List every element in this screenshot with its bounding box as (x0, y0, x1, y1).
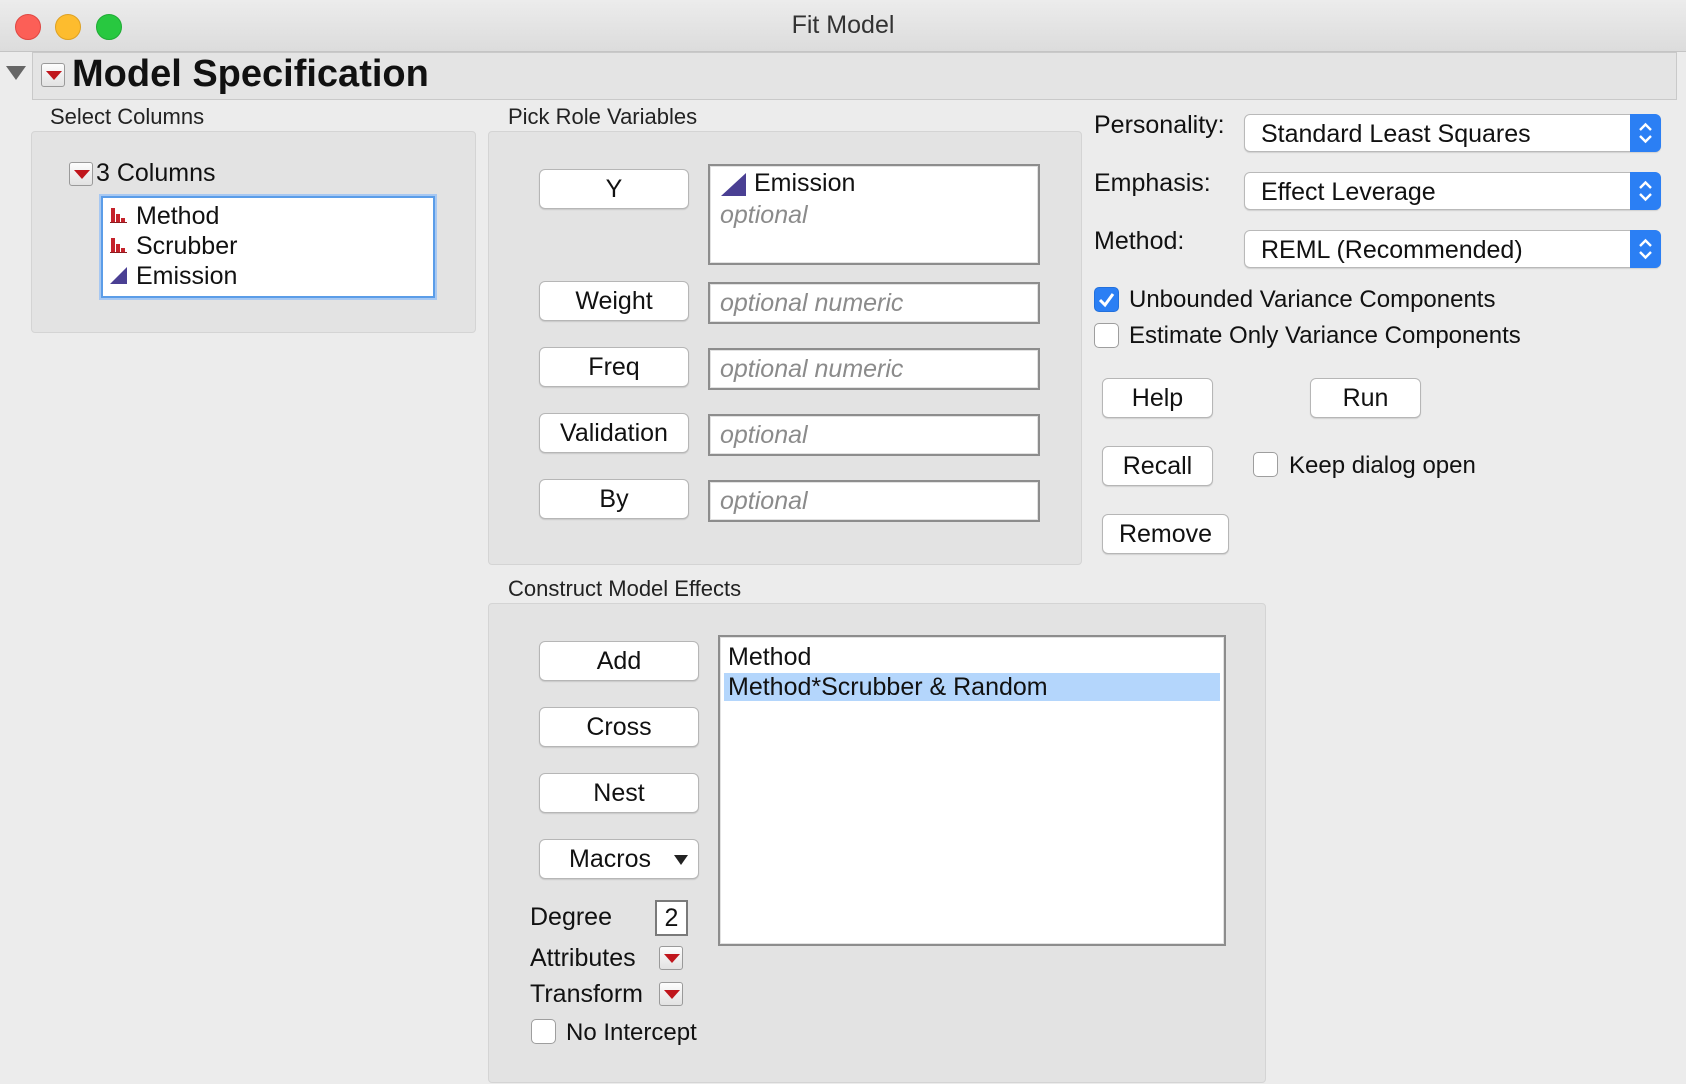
transform-red-triangle-icon[interactable] (659, 982, 683, 1006)
personality-label: Personality: (1094, 111, 1225, 139)
validation-role-placeholder: optional (720, 421, 808, 449)
checkmark-icon (1098, 293, 1115, 308)
y-role-value[interactable]: Emission (754, 169, 855, 198)
attributes-red-triangle-icon[interactable] (659, 946, 683, 970)
page-title: Model Specification (72, 53, 429, 95)
model-effects-list[interactable]: Method Method*Scrubber & Random (718, 635, 1226, 946)
recall-button[interactable]: Recall (1102, 446, 1213, 486)
nominal-bar-icon (110, 238, 127, 253)
construct-model-effects-label: Construct Model Effects (508, 576, 742, 601)
chevron-down-icon (674, 855, 688, 865)
emphasis-label: Emphasis: (1094, 169, 1211, 197)
y-role-placeholder: optional (720, 201, 808, 229)
remove-button[interactable]: Remove (1102, 514, 1229, 554)
validation-role-button[interactable]: Validation (539, 413, 689, 453)
emphasis-value: Effect Leverage (1261, 178, 1436, 206)
nominal-bar-icon (110, 208, 127, 223)
continuous-triangle-icon (110, 267, 127, 284)
weight-role-placeholder: optional numeric (720, 289, 904, 317)
effect-item-method[interactable]: Method (724, 643, 1220, 671)
nest-effect-button[interactable]: Nest (539, 773, 699, 813)
no-intercept-checkbox[interactable] (531, 1019, 556, 1044)
column-item-emission[interactable]: Emission (136, 262, 237, 291)
degree-field[interactable]: 2 (655, 900, 688, 936)
columns-menu-red-triangle-icon[interactable] (69, 162, 93, 186)
unbounded-variance-checkbox[interactable] (1094, 287, 1119, 312)
help-button[interactable]: Help (1102, 378, 1213, 418)
by-role-placeholder: optional (720, 487, 808, 515)
column-item-scrubber[interactable]: Scrubber (136, 232, 237, 261)
estimate-only-variance-checkbox[interactable] (1094, 323, 1119, 348)
method-select[interactable]: REML (Recommended) (1244, 230, 1661, 268)
add-effect-button[interactable]: Add (539, 641, 699, 681)
window-title: Fit Model (791, 11, 895, 39)
attributes-label: Attributes (530, 944, 636, 972)
column-item-method[interactable]: Method (136, 202, 219, 231)
by-role-button[interactable]: By (539, 479, 689, 519)
pick-role-variables-label: Pick Role Variables (508, 104, 698, 129)
select-stepper-icon (1630, 230, 1661, 268)
cross-effect-button[interactable]: Cross (539, 707, 699, 747)
select-columns-label: Select Columns (50, 104, 205, 129)
select-stepper-icon (1630, 114, 1661, 152)
effect-item-method-scrubber-random[interactable]: Method*Scrubber & Random (724, 673, 1220, 701)
keep-dialog-open-checkbox[interactable] (1253, 452, 1278, 477)
macros-label: Macros (569, 845, 651, 873)
unbounded-variance-label: Unbounded Variance Components (1129, 286, 1496, 313)
title-bar: Fit Model (0, 0, 1686, 52)
select-stepper-icon (1630, 172, 1661, 210)
estimate-only-variance-label: Estimate Only Variance Components (1129, 322, 1521, 349)
weight-role-button[interactable]: Weight (539, 281, 689, 321)
freq-role-button[interactable]: Freq (539, 347, 689, 387)
freq-role-placeholder: optional numeric (720, 355, 904, 383)
degree-label: Degree (530, 903, 612, 931)
continuous-triangle-icon (721, 173, 746, 196)
emphasis-select[interactable]: Effect Leverage (1244, 172, 1661, 210)
transform-label: Transform (530, 980, 643, 1008)
keep-dialog-open-label: Keep dialog open (1289, 452, 1476, 479)
method-value: REML (Recommended) (1261, 236, 1523, 264)
run-button[interactable]: Run (1310, 378, 1421, 418)
no-intercept-label: No Intercept (566, 1019, 697, 1046)
personality-select[interactable]: Standard Least Squares (1244, 114, 1661, 152)
red-triangle-menu-icon[interactable] (41, 63, 65, 87)
columns-group-label: 3 Columns (96, 159, 216, 187)
y-role-button[interactable]: Y (539, 169, 689, 209)
personality-value: Standard Least Squares (1261, 120, 1531, 148)
method-label: Method: (1094, 227, 1185, 255)
disclosure-triangle-icon[interactable] (6, 66, 26, 80)
